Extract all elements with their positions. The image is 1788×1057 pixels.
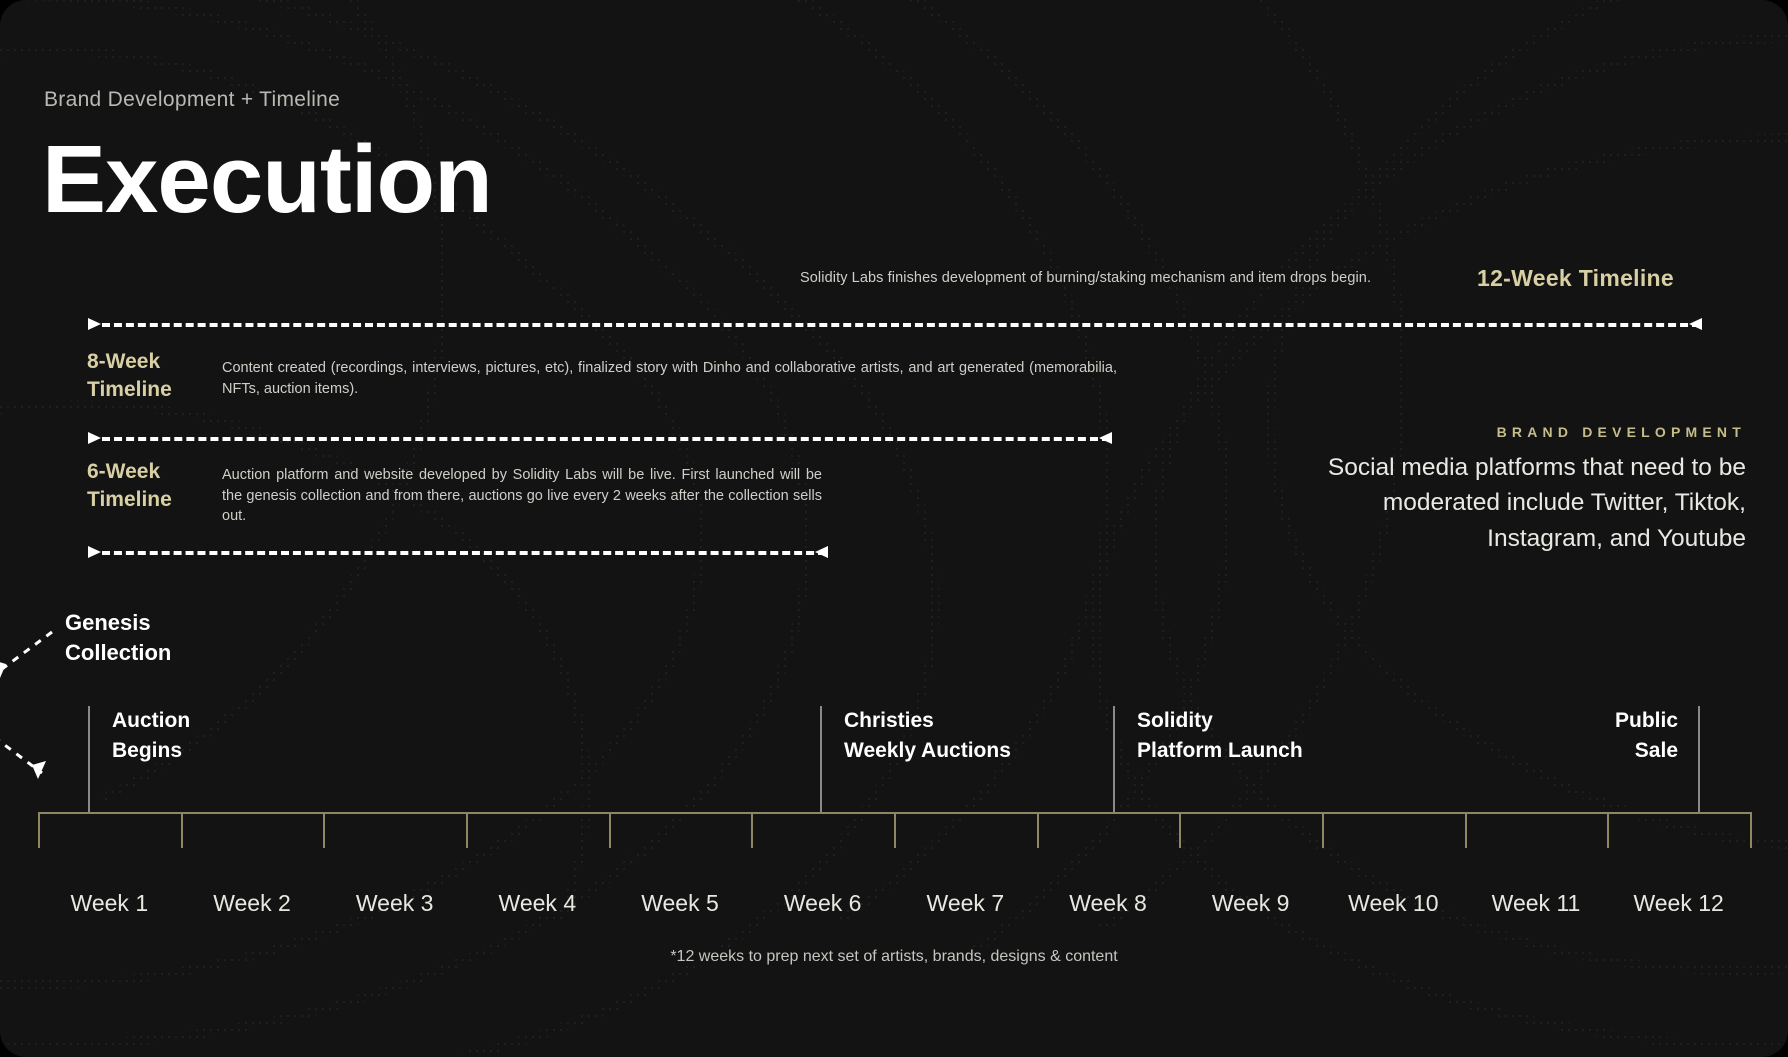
axis-week-label: Week 8 (1069, 890, 1147, 916)
axis-tick (608, 812, 611, 848)
genesis-line-1: Genesis (65, 610, 151, 635)
milestone-line-2: Weekly Auctions (844, 739, 1011, 763)
axis-tick (1179, 812, 1182, 848)
milestone-line-2: Begins (112, 739, 183, 763)
axis-week-label: Week 3 (355, 890, 434, 916)
timeline-bar-12-week (88, 318, 1702, 330)
brand-development-kicker: BRAND DEVELOPMENT (1496, 424, 1746, 440)
axis-week-label: Week 7 (926, 890, 1005, 916)
milestone-christies-weekly-auctions[interactable]: Christies Weekly Auctions (820, 706, 1011, 812)
milestone-auction-begins[interactable]: Auction Begins (88, 706, 190, 812)
axis-tick (751, 812, 754, 848)
axis-week-label: Week 1 (70, 890, 149, 916)
axis-tick (180, 812, 183, 848)
axis-week-label: Week 9 (1211, 890, 1290, 916)
timeline-bar-6-week (88, 546, 828, 558)
axis-tick (38, 812, 40, 848)
dashed-line (102, 323, 1700, 327)
axis-week-label: Week 2 (213, 890, 291, 916)
axis-week-label: Week 11 (1491, 890, 1581, 916)
milestone-line-2: Sale (1634, 739, 1678, 763)
note-8-week: Content created (recordings, interviews,… (222, 360, 1117, 397)
axis-footnote: *12 weeks to prep next set of artists, b… (670, 948, 1118, 965)
note-6-week: Auction platform and website developed b… (222, 467, 822, 525)
axis-tick (894, 812, 896, 848)
axis-tick (1322, 812, 1324, 848)
axis-tick (1750, 812, 1752, 848)
timeline-bar-8-week (88, 432, 1112, 444)
arrow-left-icon (88, 318, 101, 330)
arrow-right-icon (1689, 318, 1702, 330)
label-6-week: 6-Week Timeline (87, 460, 172, 511)
arrow-right-icon (1099, 432, 1112, 444)
arrow-left-icon (88, 546, 101, 558)
axis-week-label: Week 6 (783, 890, 862, 916)
milestone-line-1: Public (1614, 709, 1678, 732)
milestone-line-2: Platform Launch (1137, 739, 1303, 763)
axis-tick (1464, 812, 1467, 848)
dashed-line (102, 437, 1110, 441)
genesis-line-2: Collection (65, 640, 172, 666)
label-12-week: 12-Week Timeline (1477, 265, 1674, 291)
milestone-line-1: Auction (112, 709, 191, 732)
milestone-row: Auction Begins Christies Weekly Auctions… (0, 706, 1788, 812)
milestone-line-1: Solidity (1137, 709, 1213, 732)
label-8-week: 8-Week Timeline (87, 350, 172, 401)
milestone-line-1: Christies (844, 709, 934, 732)
arrow-left-icon (88, 432, 101, 444)
axis-week-label: Week 12 (1633, 890, 1724, 916)
genesis-collection-label: Genesis Collection (65, 608, 171, 669)
arrow-right-icon (815, 546, 828, 558)
slide-root: Brand Development + Timeline Execution S… (0, 0, 1788, 1057)
milestone-public-sale[interactable]: Public Sale (1615, 706, 1700, 812)
dashed-line (102, 551, 826, 555)
axis-week-label: Week 5 (641, 890, 719, 916)
axis-week-label: Week 4 (498, 890, 577, 916)
note-12-week: Solidity Labs finishes development of bu… (800, 270, 1372, 286)
axis-tick (1607, 812, 1610, 848)
genesis-connector-arrow-top (0, 630, 53, 678)
page-title: Execution (42, 126, 493, 233)
milestone-solidity-platform-launch[interactable]: Solidity Platform Launch (1113, 706, 1303, 812)
page-kicker: Brand Development + Timeline (44, 88, 341, 111)
axis-week-label: Week 10 (1348, 890, 1439, 916)
axis-tick (323, 812, 326, 848)
axis-tick (1036, 812, 1039, 848)
axis-tick (466, 812, 468, 848)
brand-development-body: Social media platforms that need to be m… (1327, 454, 1746, 552)
